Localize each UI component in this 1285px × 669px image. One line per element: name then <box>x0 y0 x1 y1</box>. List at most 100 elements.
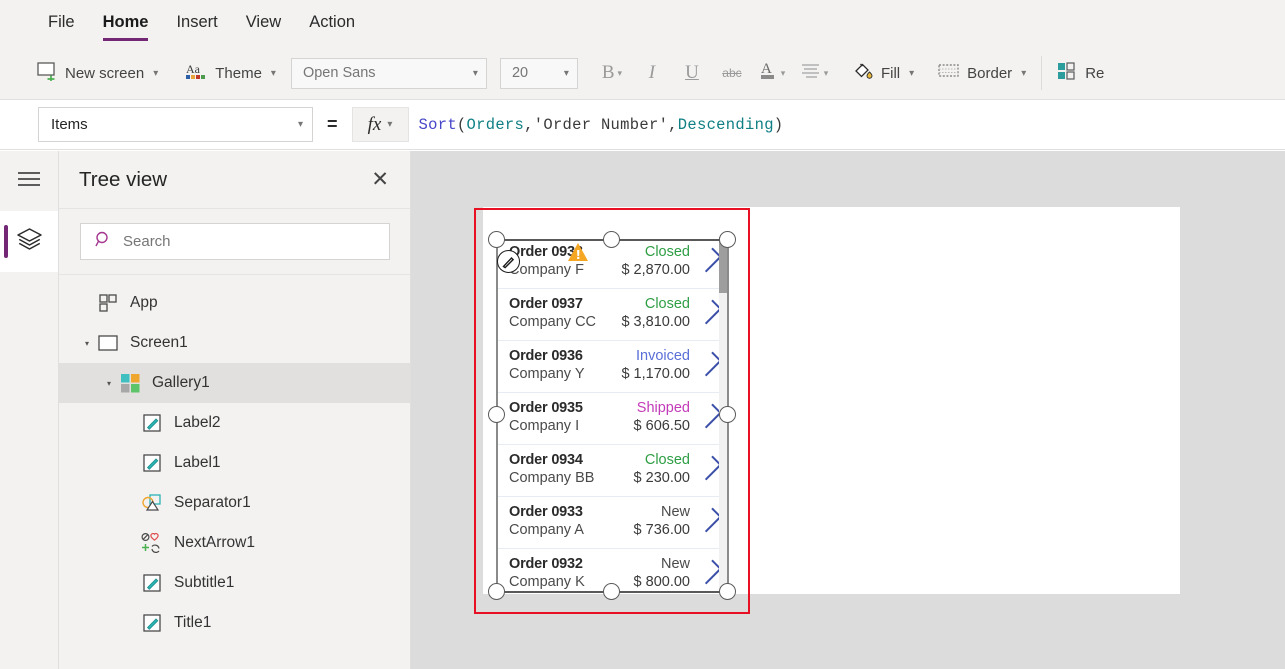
bold-button[interactable]: B ▾ <box>592 56 632 90</box>
tree-node-separator1[interactable]: Separator1 <box>59 483 410 523</box>
formula-token: ) <box>774 116 784 134</box>
chevron-down-icon: ▾ <box>781 68 786 79</box>
order-title: Order 0932 <box>509 556 583 572</box>
tree-node-screen1[interactable]: ▾ Screen1 <box>59 323 410 363</box>
hamburger-menu-button[interactable] <box>0 151 58 211</box>
tree-node-label: Screen1 <box>130 334 188 352</box>
order-amount: $ 3,810.00 <box>621 314 690 330</box>
resize-handle-top-right[interactable] <box>719 231 736 248</box>
order-title: Order 0937 <box>509 296 583 312</box>
align-icon <box>802 62 821 84</box>
menu-item-action[interactable]: Action <box>295 0 369 47</box>
fx-button[interactable]: fx ▾ <box>352 107 409 142</box>
strikethrough-button[interactable]: abc <box>712 56 752 90</box>
order-amount: $ 230.00 <box>634 470 690 486</box>
menu-item-home[interactable]: Home <box>89 0 163 47</box>
fx-icon: fx <box>368 114 382 136</box>
gallery-row[interactable]: Order 0933 New Company A $ 736.00 <box>496 497 728 549</box>
font-size-value: 20 <box>512 65 528 81</box>
align-button[interactable]: ▾ <box>792 56 838 90</box>
resize-handle-bottom-center[interactable] <box>603 583 620 600</box>
font-size-select[interactable]: 20 ▾ <box>500 58 578 89</box>
italic-button[interactable]: I <box>632 56 672 90</box>
gallery-icon <box>117 374 143 393</box>
tree-node-nextarrow1[interactable]: NextArrow1 <box>59 523 410 563</box>
tree-node-label1[interactable]: Label1 <box>59 443 410 483</box>
property-value: Items <box>51 116 88 133</box>
resize-handle-top-left[interactable] <box>488 231 505 248</box>
resize-handle-middle-right[interactable] <box>719 406 736 423</box>
border-icon <box>938 63 960 83</box>
reorder-button[interactable]: Re <box>1050 55 1111 91</box>
resize-handle-bottom-right[interactable] <box>719 583 736 600</box>
company-name: Company I <box>509 418 579 434</box>
label-icon <box>139 414 165 433</box>
gallery-row[interactable]: Order 0937 Closed Company CC $ 3,810.00 <box>496 289 728 341</box>
underline-button[interactable]: U <box>672 56 712 90</box>
formula-bar: Items ▾ = fx ▾ Sort ( Orders , 'Order Nu… <box>0 100 1285 150</box>
font-color-button[interactable]: A ▾ <box>752 56 792 90</box>
strikethrough-icon: abc <box>722 66 741 80</box>
icons-icon <box>139 533 165 553</box>
tree-node-gallery1[interactable]: ▾ Gallery1 <box>59 363 410 403</box>
chevron-down-icon: ▾ <box>473 68 478 79</box>
search-input[interactable]: Search <box>80 223 390 260</box>
chevron-down-icon: ▾ <box>564 68 569 79</box>
reorder-label: Re <box>1085 65 1104 82</box>
menu-item-file[interactable]: File <box>34 0 89 47</box>
order-status: Invoiced <box>636 348 690 364</box>
warning-icon: ! <box>568 243 588 261</box>
gallery-row[interactable]: Order 0936 Invoiced Company Y $ 1,170.00 <box>496 341 728 393</box>
gallery-row[interactable]: Order 0935 Shipped Company I $ 606.50 <box>496 393 728 445</box>
edit-pencil-badge[interactable] <box>497 250 520 273</box>
chevron-down-icon: ▾ <box>824 68 829 79</box>
company-name: Company Y <box>509 366 585 382</box>
reorder-icon <box>1057 62 1078 85</box>
chevron-down-icon: ▾ <box>298 119 303 130</box>
tree-node-app[interactable]: App <box>59 283 410 323</box>
fill-button[interactable]: Fill ▾ <box>846 55 921 91</box>
gallery-control[interactable]: Order 0938 Closed Company F $ 2,870.00 !… <box>496 237 728 590</box>
twisty-expanded-icon[interactable]: ▾ <box>101 379 117 388</box>
font-family-select[interactable]: Open Sans ▾ <box>291 58 487 89</box>
layers-icon <box>16 227 43 256</box>
company-name: Company BB <box>509 470 594 486</box>
menu-item-view[interactable]: View <box>232 0 295 47</box>
theme-button[interactable]: Aa Theme ▾ <box>179 55 283 91</box>
order-status: Closed <box>645 452 690 468</box>
border-label: Border <box>967 65 1012 82</box>
tree-node-title1[interactable]: Title1 <box>59 603 410 643</box>
ribbon-toolbar: New screen ▾ Aa Theme ▾ Open Sans ▾ 20 <box>0 47 1285 100</box>
resize-handle-bottom-left[interactable] <box>488 583 505 600</box>
search-container: Search <box>59 209 410 275</box>
tree-view-rail-button[interactable] <box>0 211 58 272</box>
resize-handle-top-center[interactable] <box>603 231 620 248</box>
order-title: Order 0933 <box>509 504 583 520</box>
new-screen-icon <box>37 62 58 85</box>
order-status: Closed <box>645 244 690 260</box>
border-button[interactable]: Border ▾ <box>931 55 1033 91</box>
svg-text:A: A <box>761 61 772 77</box>
formula-token: Sort <box>419 116 457 134</box>
order-status: New <box>661 556 690 572</box>
hamburger-icon <box>17 171 41 192</box>
company-name: Company K <box>509 574 585 590</box>
menu-item-insert[interactable]: Insert <box>162 0 231 47</box>
new-screen-button[interactable]: New screen ▾ <box>30 55 165 91</box>
tree-node-label2[interactable]: Label2 <box>59 403 410 443</box>
search-icon <box>95 231 112 253</box>
tree-node-subtitle1[interactable]: Subtitle1 <box>59 563 410 603</box>
gallery-row[interactable]: Order 0934 Closed Company BB $ 230.00 <box>496 445 728 497</box>
property-select[interactable]: Items ▾ <box>38 107 313 142</box>
design-canvas[interactable]: Order 0938 Closed Company F $ 2,870.00 !… <box>411 151 1285 669</box>
fill-label: Fill <box>881 65 900 82</box>
order-title: Order 0934 <box>509 452 583 468</box>
company-name: Company CC <box>509 314 596 330</box>
panel-title: Tree view <box>79 168 167 192</box>
formula-input[interactable]: Sort ( Orders , 'Order Number' , Descend… <box>409 107 1285 142</box>
resize-handle-middle-left[interactable] <box>488 406 505 423</box>
chevron-down-icon: ▾ <box>618 68 623 79</box>
svg-text:Aa: Aa <box>186 62 201 76</box>
twisty-expanded-icon[interactable]: ▾ <box>79 339 95 348</box>
close-icon[interactable]: ✕ <box>371 169 389 190</box>
